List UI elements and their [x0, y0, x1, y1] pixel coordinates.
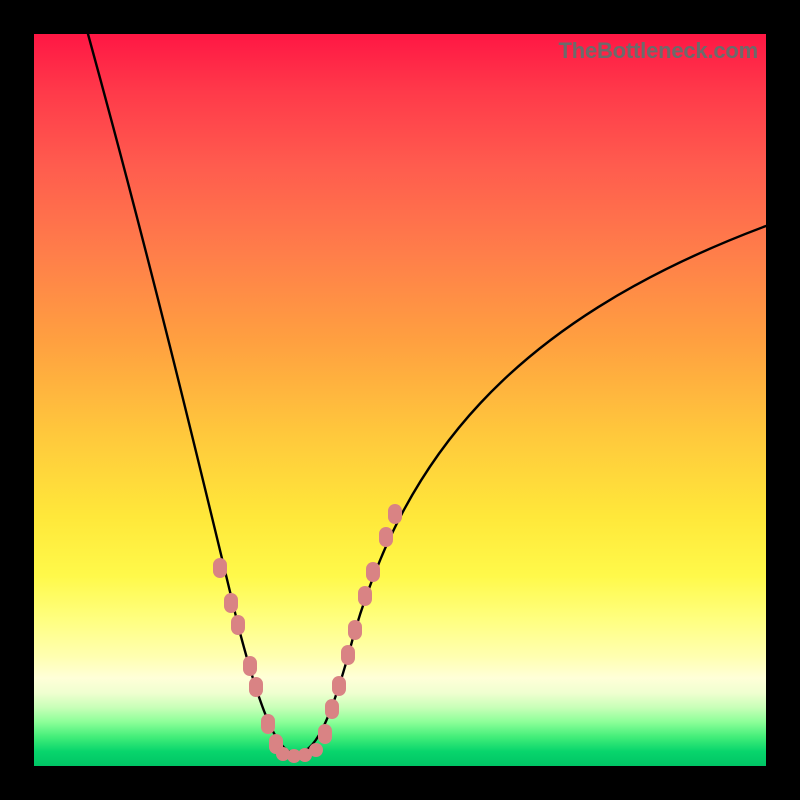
dots-group — [213, 504, 402, 763]
curve-bead — [243, 656, 257, 676]
curve-bead — [388, 504, 402, 524]
curve-bead — [348, 620, 362, 640]
curve-bead — [318, 724, 332, 744]
curve-bead — [213, 558, 227, 578]
curve-bead — [341, 645, 355, 665]
curve-bead — [358, 586, 372, 606]
curves-svg — [34, 34, 766, 766]
curve-bead — [332, 676, 346, 696]
curve-bead — [231, 615, 245, 635]
right-curve-path — [296, 226, 766, 754]
chart-frame: TheBottleneck.com — [0, 0, 800, 800]
curve-bead — [325, 699, 339, 719]
plot-area: TheBottleneck.com — [34, 34, 766, 766]
curve-bead — [366, 562, 380, 582]
curve-bead — [261, 714, 275, 734]
curve-bead — [224, 593, 238, 613]
curve-bead — [379, 527, 393, 547]
curve-bead — [309, 743, 323, 757]
curve-bead — [249, 677, 263, 697]
left-curve-path — [88, 34, 296, 754]
